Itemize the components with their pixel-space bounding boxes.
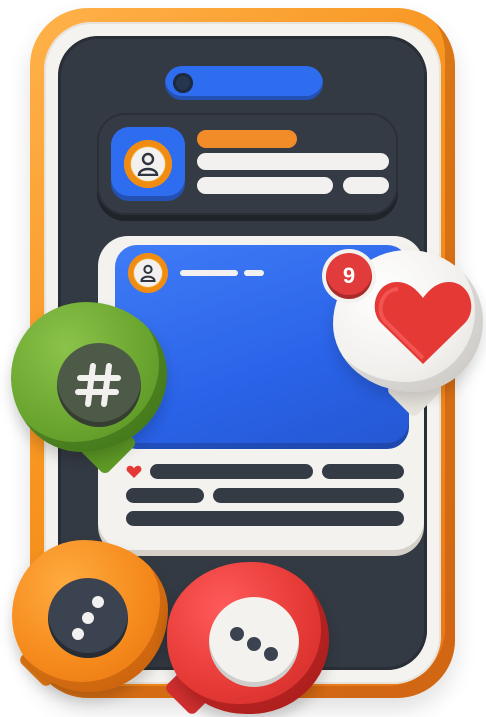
profile-text-placeholder (197, 177, 333, 194)
post-author-avatar[interactable] (128, 253, 168, 293)
profile-text-placeholder (197, 153, 389, 170)
hashtag-icon[interactable] (57, 343, 141, 427)
camera-dot (173, 73, 193, 93)
post-text-line (213, 488, 404, 503)
profile-avatar-tile[interactable] (111, 127, 185, 201)
post-text-line (126, 488, 204, 503)
heart-icon[interactable] (126, 465, 142, 484)
profile-name-placeholder (197, 130, 297, 148)
post-author-name-placeholder (180, 270, 238, 276)
avatar-ring (124, 140, 172, 188)
post-text-line (322, 464, 404, 479)
more-dots-icon[interactable] (48, 578, 128, 658)
post-author-meta-placeholder (244, 270, 264, 276)
post-text-line (126, 511, 404, 526)
notification-badge: 9 (326, 253, 372, 299)
profile-text-placeholder (343, 177, 389, 194)
user-icon (134, 259, 162, 287)
chat-dots-icon[interactable] (209, 597, 299, 687)
post-text-line (150, 464, 313, 479)
user-icon (131, 147, 165, 181)
heart-icon[interactable] (372, 278, 474, 373)
